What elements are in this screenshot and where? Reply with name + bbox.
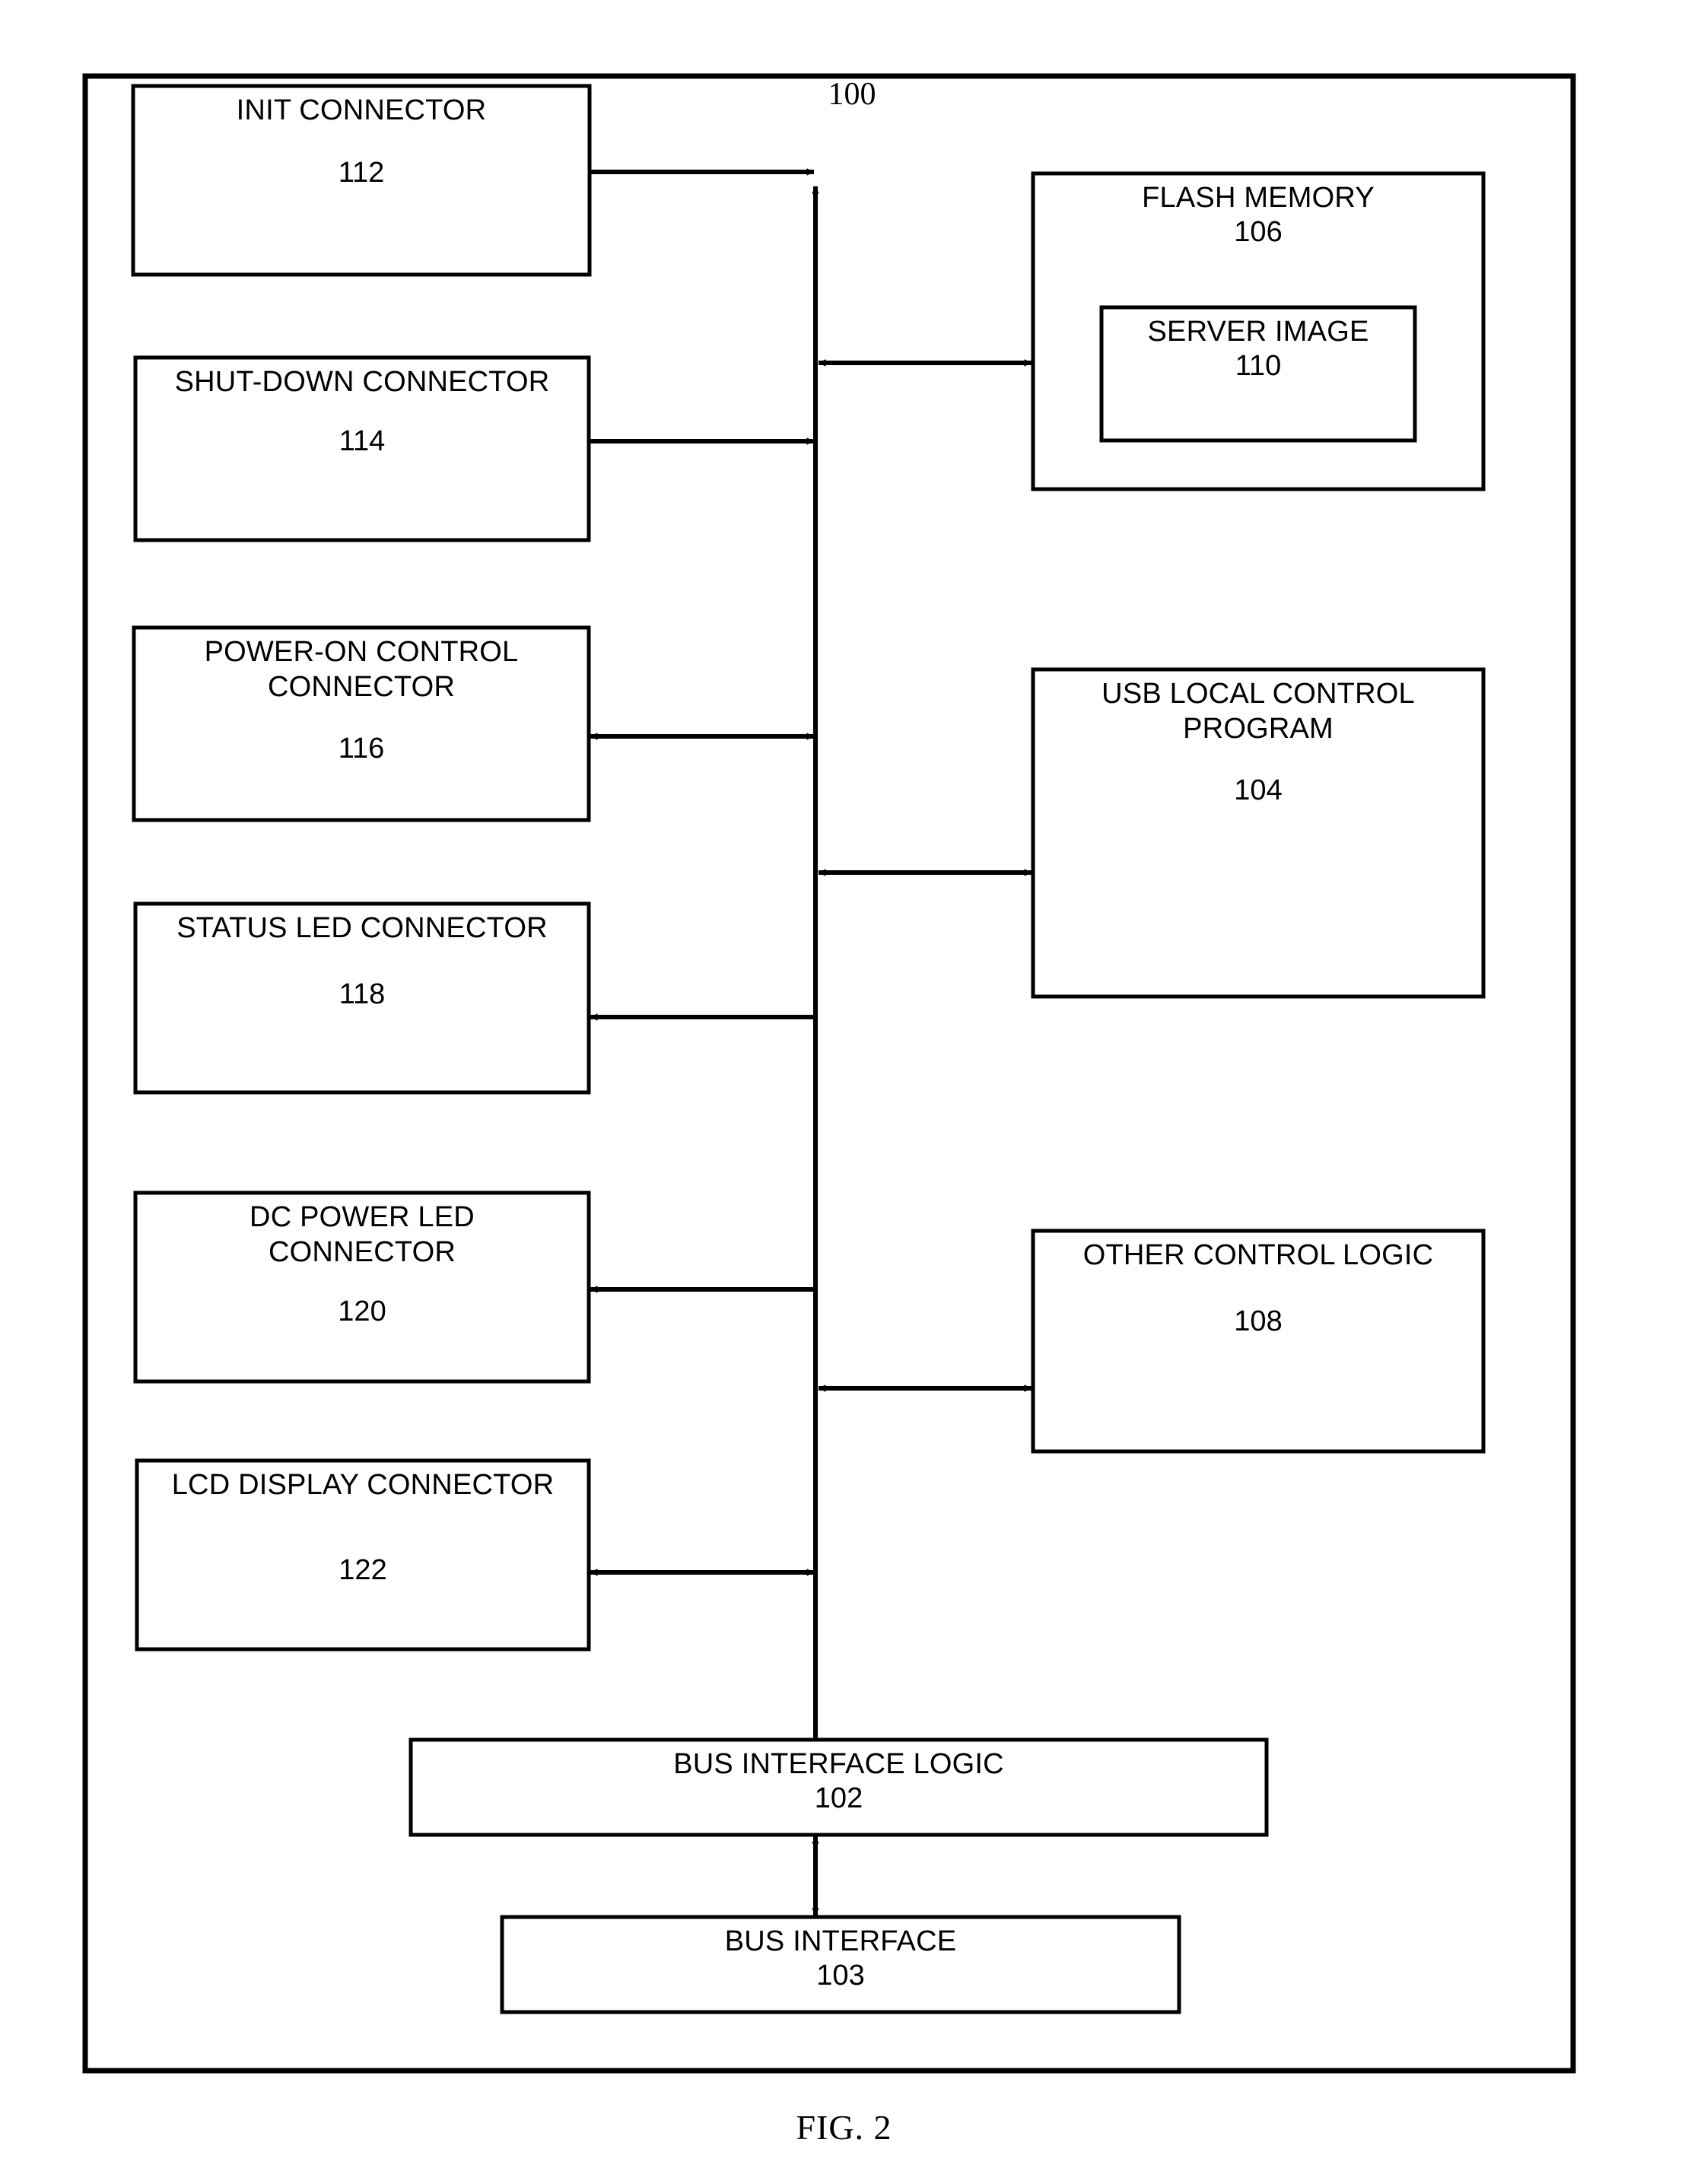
patent-figure-page: 100 INIT CONNECTOR 112 SHUT-DOWN CONNECT… <box>0 0 1688 2184</box>
power-on-control-connector-number: 116 <box>338 733 385 765</box>
init-connector-number: 112 <box>338 157 385 189</box>
server-image-number: 110 <box>1235 350 1282 382</box>
figure-caption: FIG. 2 <box>796 2108 892 2147</box>
box-usb-local-control-program <box>1031 667 1486 999</box>
bus-interface-logic-number: 102 <box>814 1782 863 1814</box>
box-dc-power-led-connector <box>133 1191 591 1384</box>
usb-local-control-program-number: 104 <box>1234 774 1283 806</box>
lcd-display-connector-number: 122 <box>339 1554 387 1586</box>
other-control-logic-number: 108 <box>1234 1305 1283 1337</box>
status-led-connector-number: 118 <box>339 978 386 1010</box>
dc-power-led-connector-number: 120 <box>338 1295 386 1327</box>
box-other-control-logic <box>1031 1229 1486 1454</box>
box-power-on-control-connector <box>132 625 591 822</box>
bus-interface-number: 103 <box>816 1960 865 1992</box>
block-diagram-svg <box>82 73 1576 2074</box>
flash-memory-number: 106 <box>1234 216 1283 248</box>
system-reference-numeral: 100 <box>828 77 876 112</box>
shut-down-connector-number: 114 <box>339 425 386 457</box>
